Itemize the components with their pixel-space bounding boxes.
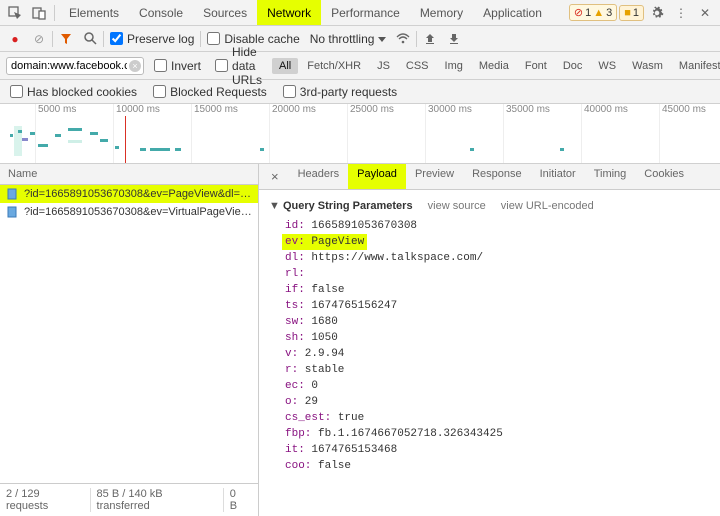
query-param: o: 29 xyxy=(269,394,710,410)
query-param: fbp: fb.1.1674667052718.326343425 xyxy=(269,426,710,442)
query-param: coo: false xyxy=(269,458,710,474)
query-param: dl: https://www.talkspace.com/ xyxy=(269,250,710,266)
filter-type-wasm[interactable]: Wasm xyxy=(625,58,670,74)
timeline-tick: 25000 ms xyxy=(347,104,394,163)
query-param: ec: 0 xyxy=(269,378,710,394)
timeline-tick: 30000 ms xyxy=(425,104,472,163)
blocked-requests-checkbox[interactable]: Blocked Requests xyxy=(149,85,271,99)
query-param: if: false xyxy=(269,282,710,298)
query-param: ts: 1674765156247 xyxy=(269,298,710,314)
detail-tab-cookies[interactable]: Cookies xyxy=(635,164,693,189)
tab-sources[interactable]: Sources xyxy=(193,0,257,25)
issues-badge[interactable]: ■1 xyxy=(619,5,644,21)
query-param: sw: 1680 xyxy=(269,314,710,330)
timeline-tick: 15000 ms xyxy=(191,104,238,163)
filter-type-media[interactable]: Media xyxy=(472,58,516,74)
record-icon[interactable]: ● xyxy=(4,28,26,50)
kebab-icon[interactable]: ⋮ xyxy=(670,2,692,24)
query-param: it: 1674765153468 xyxy=(269,442,710,458)
timeline-tick: 20000 ms xyxy=(269,104,316,163)
third-party-checkbox[interactable]: 3rd-party requests xyxy=(279,85,401,99)
tab-performance[interactable]: Performance xyxy=(321,0,410,25)
filter-type-js[interactable]: JS xyxy=(370,58,397,74)
download-icon[interactable] xyxy=(443,28,465,50)
error-badge[interactable]: ⊘1 ▲3 xyxy=(569,4,617,21)
request-detail-panel: × HeadersPayloadPreviewResponseInitiator… xyxy=(259,164,720,516)
preserve-log-checkbox[interactable]: Preserve log xyxy=(106,32,198,46)
view-source-link[interactable]: view source xyxy=(428,200,486,212)
timeline-tick: 35000 ms xyxy=(503,104,550,163)
gear-icon[interactable] xyxy=(646,2,668,24)
file-icon xyxy=(6,206,18,218)
query-param: id: 1665891053670308 xyxy=(269,218,710,234)
detail-tab-preview[interactable]: Preview xyxy=(406,164,463,189)
detail-tabs: × HeadersPayloadPreviewResponseInitiator… xyxy=(259,164,720,190)
clear-icon[interactable]: ⊘ xyxy=(28,28,50,50)
request-row[interactable]: ?id=1665891053670308&ev=PageView&dl=htt… xyxy=(0,185,258,203)
detail-tab-response[interactable]: Response xyxy=(463,164,531,189)
detail-tab-headers[interactable]: Headers xyxy=(289,164,349,189)
filter-bar: × Invert Hide data URLs AllFetch/XHRJSCS… xyxy=(0,52,720,80)
timeline-tick: 10000 ms xyxy=(113,104,160,163)
query-param: v: 2.9.94 xyxy=(269,346,710,362)
request-list-panel: Name ?id=1665891053670308&ev=PageView&dl… xyxy=(0,164,259,516)
filter-input[interactable] xyxy=(6,57,144,75)
query-param: cs_est: true xyxy=(269,410,710,426)
filter-type-css[interactable]: CSS xyxy=(399,58,436,74)
tab-network[interactable]: Network xyxy=(257,0,321,25)
query-param: sh: 1050 xyxy=(269,330,710,346)
hide-data-urls-checkbox[interactable]: Hide data URLs xyxy=(211,45,266,87)
filter-type-all[interactable]: All xyxy=(272,58,298,74)
filter-type-ws[interactable]: WS xyxy=(591,58,623,74)
search-icon[interactable] xyxy=(79,28,101,50)
section-title: Query String Parameters xyxy=(283,200,413,212)
tab-memory[interactable]: Memory xyxy=(410,0,473,25)
name-column-header[interactable]: Name xyxy=(0,164,258,185)
tab-application[interactable]: Application xyxy=(473,0,552,25)
filter-type-font[interactable]: Font xyxy=(518,58,554,74)
main-toolbar: ElementsConsoleSourcesNetworkPerformance… xyxy=(0,0,720,26)
file-icon xyxy=(6,188,18,200)
invert-checkbox[interactable]: Invert xyxy=(150,59,205,73)
query-param: ev: PageView xyxy=(282,234,367,250)
query-param: r: stable xyxy=(269,362,710,378)
detail-tab-payload[interactable]: Payload xyxy=(348,164,406,189)
request-row[interactable]: ?id=1665891053670308&ev=VirtualPageView&… xyxy=(0,203,258,221)
filter-type-fetch-xhr[interactable]: Fetch/XHR xyxy=(300,58,368,74)
throttle-select[interactable]: No throttling xyxy=(306,30,390,48)
timeline-tick: 45000 ms xyxy=(659,104,706,163)
query-param: rl: xyxy=(269,266,710,282)
upload-icon[interactable] xyxy=(419,28,441,50)
blocked-cookies-checkbox[interactable]: Has blocked cookies xyxy=(6,85,141,99)
cookie-filter-bar: Has blocked cookies Blocked Requests 3rd… xyxy=(0,80,720,104)
timeline[interactable]: 5000 ms10000 ms15000 ms20000 ms25000 ms3… xyxy=(0,104,720,164)
filter-type-manifest[interactable]: Manifest xyxy=(672,58,720,74)
close-detail-icon[interactable]: × xyxy=(263,167,287,186)
payload-body: ▼ Query String Parameters view source vi… xyxy=(259,190,720,516)
view-url-encoded-link[interactable]: view URL-encoded xyxy=(501,200,594,212)
wifi-icon[interactable] xyxy=(392,28,414,50)
close-devtools-icon[interactable]: ✕ xyxy=(694,2,716,24)
detail-tab-timing[interactable]: Timing xyxy=(585,164,636,189)
tab-elements[interactable]: Elements xyxy=(59,0,129,25)
inspect-icon[interactable] xyxy=(4,2,26,24)
filter-type-doc[interactable]: Doc xyxy=(556,58,590,74)
detail-tab-initiator[interactable]: Initiator xyxy=(531,164,585,189)
network-toolbar: ● ⊘ Preserve log Disable cache No thrott… xyxy=(0,26,720,52)
filter-type-img[interactable]: Img xyxy=(438,58,470,74)
filter-icon[interactable] xyxy=(55,28,77,50)
timeline-tick: 40000 ms xyxy=(581,104,628,163)
device-icon[interactable] xyxy=(28,2,50,24)
disable-cache-checkbox[interactable]: Disable cache xyxy=(203,32,303,46)
clear-filter-icon[interactable]: × xyxy=(129,60,141,72)
status-bar: 2 / 129 requests 85 B / 140 kB transferr… xyxy=(0,483,258,516)
tab-console[interactable]: Console xyxy=(129,0,193,25)
